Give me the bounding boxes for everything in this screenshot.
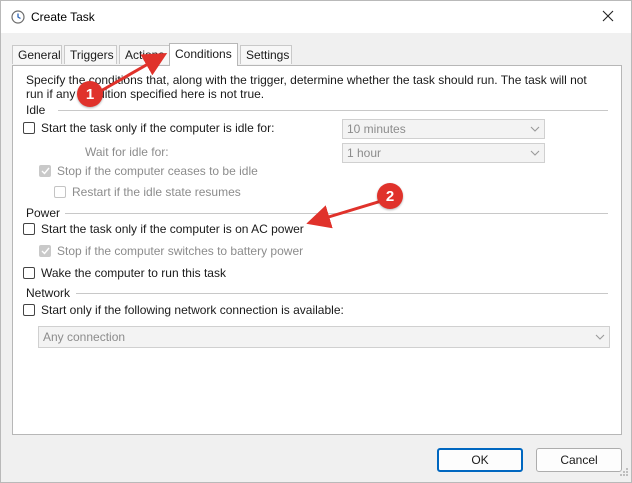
conditions-description: Specify the conditions that, along with … xyxy=(26,73,587,101)
stop-if-ceases-checkbox[interactable] xyxy=(39,165,51,177)
network-divider xyxy=(76,293,608,294)
chevron-down-icon xyxy=(526,120,544,138)
restart-if-resumes-label: Restart if the idle state resumes xyxy=(72,185,241,199)
checkmark-icon xyxy=(41,167,50,175)
checkmark-icon xyxy=(41,247,50,255)
power-group-title: Power xyxy=(26,206,61,220)
tab-settings[interactable]: Settings xyxy=(240,45,292,64)
idle-divider xyxy=(58,110,608,111)
network-connection-value: Any connection xyxy=(43,330,126,344)
resize-grip-icon[interactable] xyxy=(619,466,629,480)
cancel-button[interactable]: Cancel xyxy=(536,448,622,472)
conditions-panel: Specify the conditions that, along with … xyxy=(12,65,622,435)
start-if-idle-option[interactable]: Start the task only if the computer is i… xyxy=(23,119,274,137)
wake-computer-checkbox[interactable] xyxy=(23,267,35,279)
tab-general[interactable]: General xyxy=(12,45,62,64)
stop-on-battery-option[interactable]: Stop if the computer switches to battery… xyxy=(39,242,303,260)
ac-power-option[interactable]: Start the task only if the computer is o… xyxy=(23,220,304,238)
start-if-idle-checkbox[interactable] xyxy=(23,122,35,134)
annotation-badge-1: 1 xyxy=(77,81,103,107)
idle-group-title: Idle xyxy=(26,103,46,117)
wake-computer-option[interactable]: Wake the computer to run this task xyxy=(23,264,226,282)
tab-actions[interactable]: Actions xyxy=(119,45,171,64)
restart-if-resumes-checkbox[interactable] xyxy=(54,186,66,198)
ac-power-checkbox[interactable] xyxy=(23,223,35,235)
title-bar: Create Task xyxy=(1,1,631,33)
network-connection-select[interactable]: Any connection xyxy=(38,326,610,348)
tab-conditions[interactable]: Conditions xyxy=(169,43,238,66)
stop-if-ceases-option[interactable]: Stop if the computer ceases to be idle xyxy=(39,162,258,180)
stop-if-ceases-label: Stop if the computer ceases to be idle xyxy=(57,164,258,178)
close-button[interactable] xyxy=(585,1,631,33)
ok-button[interactable]: OK xyxy=(437,448,523,472)
chevron-down-icon xyxy=(591,328,609,346)
window-title: Create Task xyxy=(31,10,95,24)
create-task-dialog: Create Task General Triggers Actions Con… xyxy=(0,0,632,483)
ac-power-label: Start the task only if the computer is o… xyxy=(41,222,304,236)
network-label: Start only if the following network conn… xyxy=(41,303,344,317)
close-icon xyxy=(602,10,614,25)
network-group-title: Network xyxy=(26,286,71,300)
clock-icon xyxy=(11,10,25,24)
wake-computer-label: Wake the computer to run this task xyxy=(41,266,226,280)
idle-duration-value: 10 minutes xyxy=(347,122,406,136)
stop-on-battery-checkbox[interactable] xyxy=(39,245,51,257)
tab-triggers[interactable]: Triggers xyxy=(64,45,117,64)
start-if-idle-label: Start the task only if the computer is i… xyxy=(41,121,275,135)
power-divider xyxy=(65,213,608,214)
wait-duration-select[interactable]: 1 hour xyxy=(342,143,545,163)
network-checkbox[interactable] xyxy=(23,304,35,316)
wait-for-idle-label: Wait for idle for: xyxy=(85,145,169,159)
stop-on-battery-label: Stop if the computer switches to battery… xyxy=(57,244,304,258)
restart-if-resumes-option[interactable]: Restart if the idle state resumes xyxy=(54,183,241,201)
network-option[interactable]: Start only if the following network conn… xyxy=(23,301,344,319)
wait-duration-value: 1 hour xyxy=(347,146,382,160)
chevron-down-icon xyxy=(526,144,544,162)
annotation-badge-2: 2 xyxy=(377,183,403,209)
idle-duration-select[interactable]: 10 minutes xyxy=(342,119,545,139)
